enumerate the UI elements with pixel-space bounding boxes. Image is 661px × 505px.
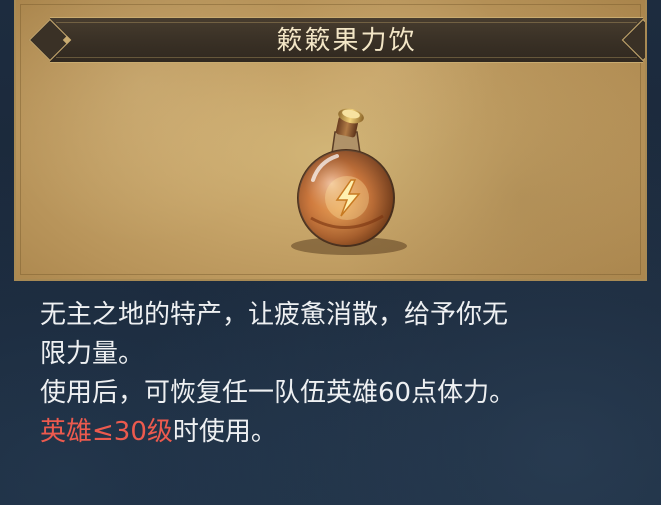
title-banner: 簌簌果力饮 xyxy=(50,17,643,63)
item-image-panel: 簌簌果力饮 xyxy=(14,0,647,281)
level-requirement: 英雄≤30级 xyxy=(40,417,173,447)
description-line-1: 无主之地的特产，让疲惫消散，给予你无 xyxy=(40,300,509,330)
requirement-suffix: 时使用。 xyxy=(172,417,277,447)
effect-text: 使用后，可恢复任一队伍英雄60点体力。 xyxy=(40,378,516,408)
requirement-text: 英雄≤30级时使用。 xyxy=(40,413,635,452)
description-line-2: 限力量。 xyxy=(40,339,145,369)
lightning-potion-icon xyxy=(291,108,407,255)
item-tooltip: 簌簌果力饮 无主之地的特产，让疲惫消散，给予你无 限力量。 使用后，可恢复任一队… xyxy=(0,0,661,505)
item-title: 簌簌果力饮 xyxy=(276,26,417,56)
item-description: 无主之地的特产，让疲惫消散，给予你无 限力量。 使用后，可恢复任一队伍英雄60点… xyxy=(40,296,635,452)
